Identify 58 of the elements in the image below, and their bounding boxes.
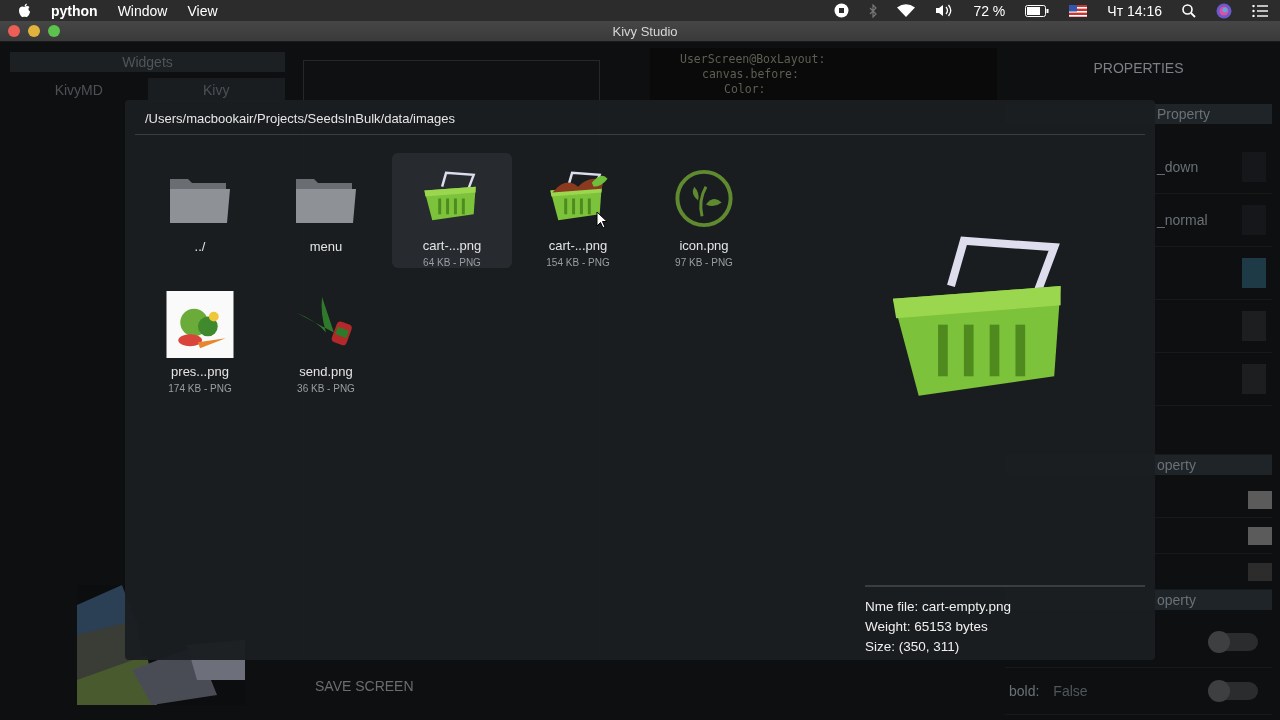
app-menu[interactable]: python [51, 2, 98, 19]
file-item[interactable]: icon.png 97 KB - PNG [644, 153, 764, 268]
file-item[interactable]: ../ [140, 153, 260, 268]
file-size: 36 KB - PNG [297, 383, 355, 394]
file-name: cart-...png [422, 238, 482, 253]
toggle-switch[interactable] [1210, 682, 1258, 700]
color-swatch[interactable] [1248, 562, 1272, 581]
file-item[interactable]: cart-...png 154 KB - PNG [518, 153, 638, 268]
close-button[interactable] [8, 25, 20, 37]
apple-logo-icon[interactable] [18, 3, 31, 18]
file-info-line: Weight: 65153 bytes [865, 618, 989, 636]
battery-icon[interactable] [1025, 4, 1050, 17]
folder-path: /Users/macbookair/Projects/SeedsInBulk/data/images [144, 110, 456, 128]
file-size: 174 KB - PNG [168, 383, 232, 394]
file-item[interactable]: cart-...png 64 KB - PNG [392, 153, 512, 268]
toggle-switch[interactable] [1210, 633, 1258, 651]
search-icon[interactable] [1182, 3, 1196, 18]
cursor-icon [596, 211, 608, 229]
properties-title: PROPERTIES [1092, 60, 1185, 78]
file-info-line: Size: (350, 311) [865, 638, 961, 656]
list-icon[interactable] [1252, 4, 1268, 17]
file-name: send.png [299, 364, 353, 379]
panel-header: Widgets [10, 52, 285, 72]
battery-percentage: 72 % [973, 2, 1006, 19]
file-item[interactable]: pres...png 174 KB - PNG [140, 279, 260, 394]
file-size: 154 KB - PNG [546, 257, 610, 268]
file-item[interactable]: send.png 36 KB - PNG [266, 279, 386, 394]
record-icon[interactable] [834, 3, 850, 18]
file-name: icon.png [679, 238, 729, 253]
code-line: canvas.before: [701, 67, 800, 82]
file-size: 97 KB - PNG [675, 257, 733, 268]
property-value: False [1053, 683, 1088, 699]
property-name: _down [1157, 159, 1199, 175]
color-swatch[interactable] [1248, 526, 1272, 545]
minimize-button[interactable] [28, 25, 40, 37]
file-name: ../ [194, 239, 206, 254]
flag-icon[interactable] [1069, 4, 1088, 17]
save-screen-button[interactable]: SAVE SCREEN [305, 674, 424, 698]
clock[interactable]: Чт 14:16 [1107, 2, 1162, 19]
menu-bar-entry[interactable]: View [187, 2, 218, 19]
siri-icon[interactable] [1216, 2, 1232, 19]
color-swatch[interactable] [1248, 490, 1272, 509]
file-name: pres...png [171, 364, 229, 379]
wifi-icon[interactable] [897, 4, 916, 17]
menu-bar-entry[interactable]: Window [117, 2, 168, 19]
color-swatch[interactable] [1242, 258, 1266, 288]
code-line: UserScreen@BoxLayout: [679, 52, 827, 67]
code-line: Color: [723, 82, 767, 97]
bluetooth-icon[interactable] [869, 3, 878, 18]
zoom-button[interactable] [48, 25, 60, 37]
file-size: 64 KB - PNG [423, 257, 481, 268]
volume-icon[interactable] [935, 4, 954, 17]
window-title: Kivy Studio [612, 23, 679, 39]
file-name: menu [309, 239, 343, 254]
file-name: cart-...png [548, 238, 608, 253]
property-name: _normal [1157, 212, 1208, 228]
property-name: bold: [1009, 683, 1040, 699]
file-item[interactable]: menu [266, 153, 386, 268]
